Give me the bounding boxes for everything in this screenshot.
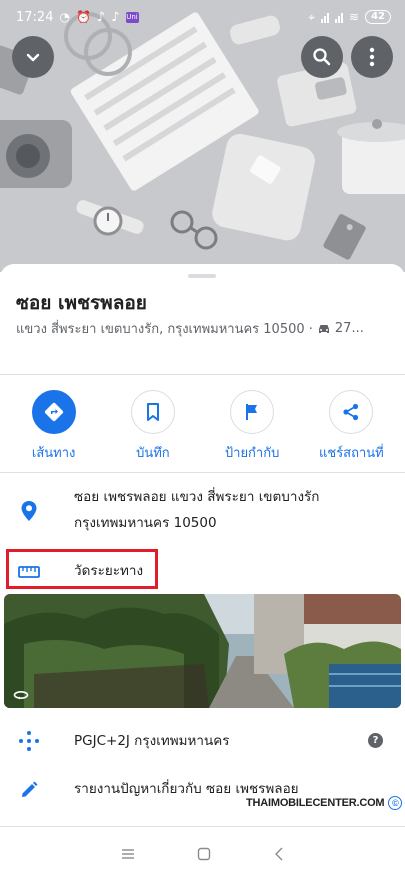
watermark-text: THAIMOBILECENTER.COM bbox=[246, 797, 385, 809]
street-view-image bbox=[4, 594, 401, 708]
action-buttons: เส้นทาง บันทึก ป้ายกำกับ แชร์สถานที่ bbox=[0, 390, 405, 463]
wifi-icon: ≋ bbox=[349, 10, 360, 24]
sheet-drag-handle[interactable] bbox=[188, 274, 216, 278]
alarm-notification-icon: ⏰ bbox=[75, 10, 91, 24]
whatsapp-notification-icon: ◔ bbox=[59, 10, 70, 24]
label-label: ป้ายกำกับ bbox=[224, 446, 280, 461]
back-icon[interactable] bbox=[274, 847, 284, 861]
chevron-down-icon bbox=[26, 53, 40, 62]
street-view-photo[interactable] bbox=[4, 594, 401, 708]
home-icon[interactable] bbox=[197, 847, 211, 861]
location-pin-icon bbox=[21, 501, 37, 521]
tiktok-notification-icon-2: ♪ bbox=[111, 9, 120, 25]
collapse-button[interactable] bbox=[12, 36, 54, 78]
share-circle bbox=[329, 390, 374, 434]
report-icon-wrap bbox=[0, 776, 58, 800]
place-address-summary: แขวง สี่พระยา เขตบางรัก, กรุงเทพมหานคร 1… bbox=[16, 322, 313, 337]
divider bbox=[0, 472, 405, 473]
place-subtitle: แขวง สี่พระยา เขตบางรัก, กรุงเทพมหานคร 1… bbox=[16, 318, 396, 339]
divider bbox=[0, 826, 405, 827]
status-bar: 17:24 ◔ ⏰ ♪ ♪ Uni ⌖ ≋ 42 bbox=[0, 0, 405, 34]
car-icon bbox=[318, 324, 329, 333]
address-text: ซอย เพชรพลอย แขวง สี่พระยา เขตบางรัก กรุ… bbox=[58, 484, 319, 536]
place-title: ซอย เพชรพลอย bbox=[16, 292, 147, 314]
directions-icon bbox=[44, 402, 63, 422]
directions-circle bbox=[31, 390, 76, 434]
panorama-icon bbox=[13, 690, 29, 700]
status-time: 17:24 bbox=[16, 9, 54, 25]
more-vert-icon bbox=[369, 47, 375, 67]
location-status-icon: ⌖ bbox=[308, 10, 316, 24]
plus-code-text: PGJC+2J กรุงเทพมหานคร bbox=[74, 733, 230, 749]
watermark: THAIMOBILECENTER.COM © bbox=[246, 796, 403, 810]
search-icon bbox=[313, 48, 331, 66]
address-line-2: กรุงเทพมหานคร 10500 bbox=[74, 515, 217, 531]
address-icon-wrap bbox=[0, 484, 58, 522]
directions-label: เส้นทาง bbox=[31, 446, 76, 461]
signal-icon bbox=[321, 12, 330, 23]
lifestyle-illustration bbox=[0, 0, 405, 272]
place-sheet: ซอย เพชรพลอย แขวง สี่พระยา เขตบางรัก, กร… bbox=[0, 264, 405, 844]
drive-time: 27... bbox=[334, 321, 364, 336]
more-options-button[interactable] bbox=[351, 36, 393, 78]
app-notification-icon: Uni bbox=[125, 11, 139, 23]
save-label: บันทึก bbox=[136, 446, 170, 461]
recent-apps-icon[interactable] bbox=[121, 848, 135, 860]
plus-code-icon-wrap bbox=[0, 728, 58, 752]
share-button[interactable]: แชร์สถานที่ bbox=[303, 390, 399, 463]
place-header-illustration bbox=[0, 0, 405, 272]
share-label: แชร์สถานที่ bbox=[319, 446, 384, 461]
bookmark-icon bbox=[146, 403, 159, 421]
copyright-icon: © bbox=[388, 796, 403, 810]
share-icon bbox=[343, 403, 359, 421]
label-circle bbox=[230, 390, 275, 434]
search-button[interactable] bbox=[301, 36, 343, 78]
highlight-box bbox=[6, 549, 158, 589]
divider bbox=[0, 374, 405, 375]
plus-code-row[interactable]: PGJC+2J กรุงเทพมหานคร bbox=[0, 728, 405, 754]
save-circle bbox=[130, 390, 175, 434]
tiktok-notification-icon: ♪ bbox=[96, 9, 106, 25]
plus-code-icon bbox=[19, 731, 39, 751]
system-navigation-bar bbox=[0, 830, 405, 878]
signal-icon-2 bbox=[335, 12, 344, 23]
label-button[interactable]: ป้ายกำกับ bbox=[204, 390, 300, 463]
address-row[interactable]: ซอย เพชรพลอย แขวง สี่พระยา เขตบางรัก กรุ… bbox=[0, 484, 405, 536]
flag-icon bbox=[246, 404, 258, 420]
address-line-1: ซอย เพชรพลอย แขวง สี่พระยา เขตบางรัก bbox=[74, 489, 320, 505]
directions-button[interactable]: เส้นทาง bbox=[6, 390, 102, 463]
save-button[interactable]: บันทึก bbox=[105, 390, 201, 463]
edit-pencil-icon bbox=[22, 781, 38, 797]
help-icon[interactable]: ? bbox=[368, 733, 383, 748]
battery-indicator: 42 bbox=[365, 10, 391, 24]
